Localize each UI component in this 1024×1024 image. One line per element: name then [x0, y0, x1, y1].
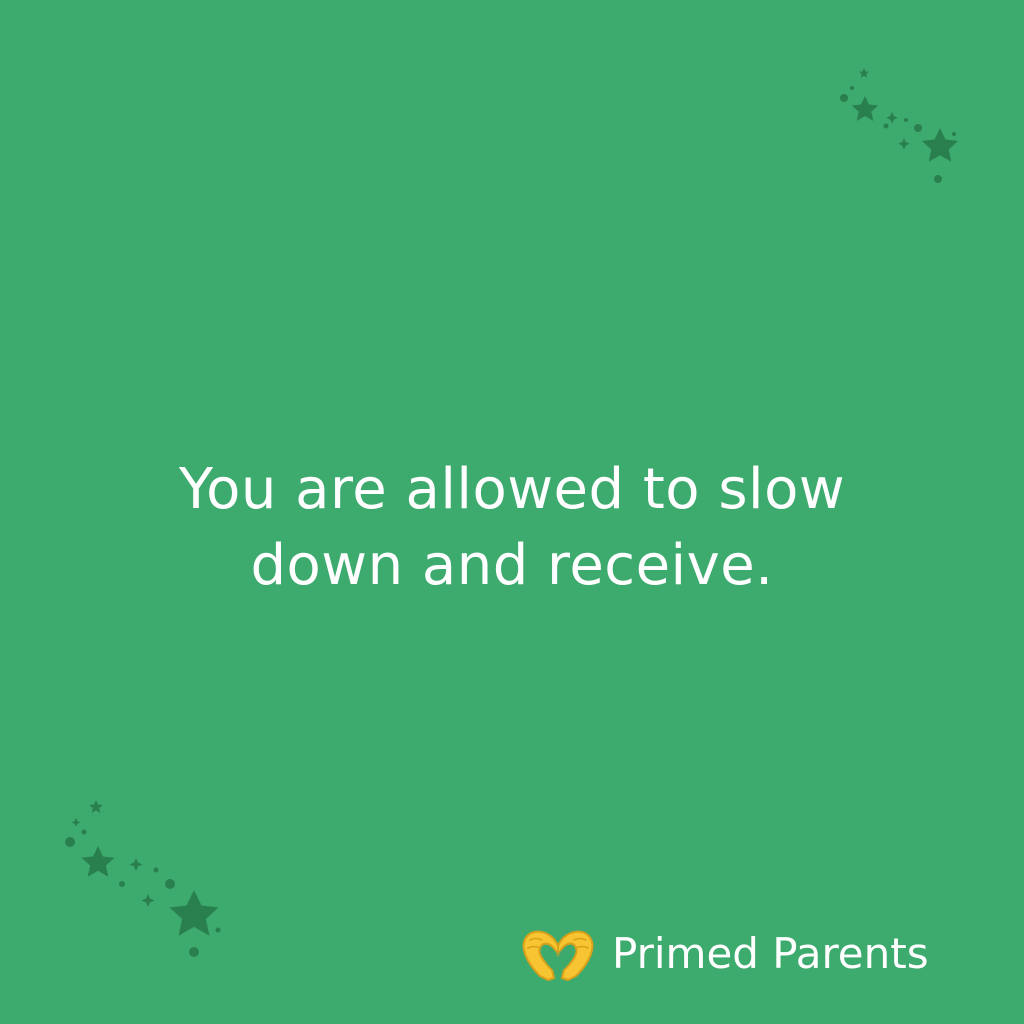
quote-line-2: down and receive. [250, 533, 774, 598]
quote-line-1: You are allowed to slow [178, 457, 846, 522]
quote-text: You are allowed to slow down and receive… [60, 452, 964, 604]
brand-signature: Primed Parents [520, 924, 929, 984]
heart-hands-icon [522, 930, 594, 981]
star-cluster-icon [65, 800, 221, 957]
quote-card: You are allowed to slow down and receive… [0, 0, 1024, 1024]
star-cluster-icon [840, 68, 958, 183]
brand-name: Primed Parents [612, 929, 929, 978]
